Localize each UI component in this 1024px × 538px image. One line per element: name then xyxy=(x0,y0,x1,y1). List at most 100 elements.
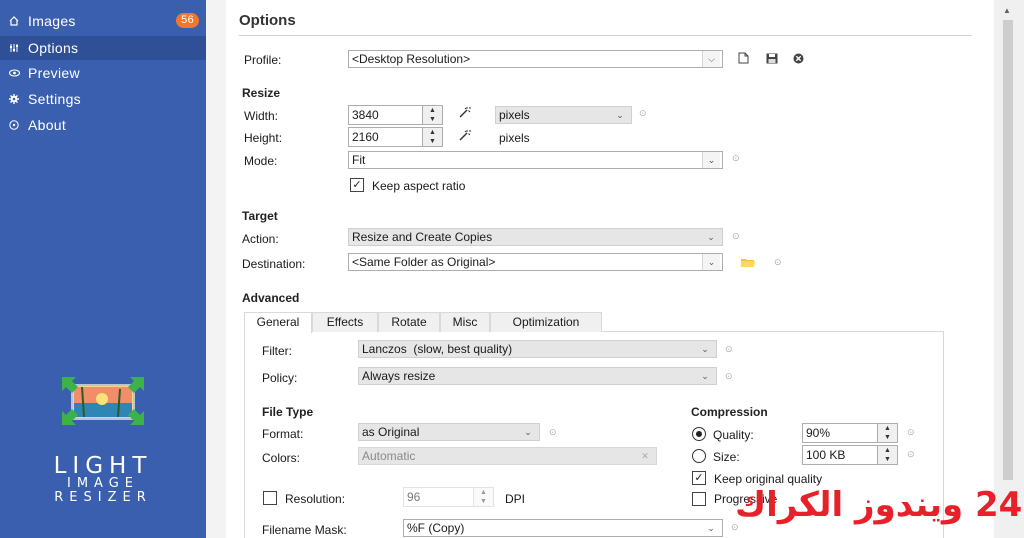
resolution-checkbox[interactable] xyxy=(263,491,277,505)
info-icon[interactable]: ⊙ xyxy=(907,449,915,460)
unit-dropdown[interactable]: pixels ⌄ xyxy=(495,106,632,124)
tab-general[interactable]: General xyxy=(244,312,312,333)
chevron-down-icon: ⌄ xyxy=(524,427,532,437)
destination-value: <Same Folder as Original> xyxy=(352,255,496,269)
chevron-down-icon: ⌄ xyxy=(707,232,715,242)
gear-icon xyxy=(7,94,21,104)
scroll-up-icon[interactable]: ▲ xyxy=(1003,6,1011,15)
destination-dropdown[interactable]: <Same Folder as Original> ⌄ xyxy=(348,253,723,271)
size-stepper[interactable]: 100 KB ▲ ▼ xyxy=(802,445,898,465)
filename-mask-dropdown[interactable]: %F (Copy) ⌄ xyxy=(403,519,723,537)
target-heading: Target xyxy=(242,209,278,223)
scrollbar-thumb[interactable] xyxy=(1003,20,1013,480)
chevron-down-icon: ⌄ xyxy=(702,152,720,168)
filter-value: Lanczos (slow, best quality) xyxy=(362,342,513,356)
size-radio[interactable] xyxy=(692,449,706,463)
mode-label: Mode: xyxy=(244,154,278,168)
spin-arrows-icon[interactable]: ▲ ▼ xyxy=(422,106,442,124)
tab-rotate[interactable]: Rotate xyxy=(378,312,440,332)
action-value: Resize and Create Copies xyxy=(352,230,493,244)
action-label: Action: xyxy=(242,232,279,246)
resize-heading: Resize xyxy=(242,86,281,100)
sidebar-item-images[interactable]: Images 56 xyxy=(0,9,206,33)
chevron-down-icon: ⌄ xyxy=(701,371,709,381)
info-icon[interactable]: ⊙ xyxy=(732,153,740,164)
height-value: 2160 xyxy=(352,130,379,144)
info-icon[interactable]: ⊙ xyxy=(549,427,557,438)
policy-dropdown[interactable]: Always resize ⌄ xyxy=(358,367,717,385)
chevron-down-icon: ⌄ xyxy=(701,344,709,354)
clear-icon: ✕ xyxy=(641,451,649,461)
file-type-heading: File Type xyxy=(262,405,314,419)
watermark-text: 24 ويندوز الكراك xyxy=(735,485,1023,525)
keep-aspect-checkbox[interactable]: ✓ xyxy=(350,178,364,192)
tab-misc[interactable]: Misc xyxy=(440,312,490,332)
sidebar-item-label: Images xyxy=(28,13,76,29)
sidebar-item-label: About xyxy=(28,117,67,133)
format-label: Format: xyxy=(262,427,304,441)
policy-label: Policy: xyxy=(262,371,298,385)
quality-stepper[interactable]: 90% ▲ ▼ xyxy=(802,423,898,443)
chevron-down-icon: ⌄ xyxy=(616,110,624,120)
tab-effects[interactable]: Effects xyxy=(312,312,378,332)
info-icon xyxy=(7,120,21,130)
save-profile-icon[interactable] xyxy=(766,53,778,67)
height-stepper[interactable]: 2160 ▲ ▼ xyxy=(348,127,443,147)
info-icon[interactable]: ⊙ xyxy=(774,257,782,268)
policy-value: Always resize xyxy=(362,369,436,383)
tab-optimization[interactable]: Optimization xyxy=(490,312,602,332)
action-dropdown[interactable]: Resize and Create Copies ⌄ xyxy=(348,228,723,246)
mode-value: Fit xyxy=(352,153,366,167)
info-icon[interactable]: ⊙ xyxy=(732,231,740,242)
info-icon[interactable]: ⊙ xyxy=(725,344,733,355)
sidebar-item-preview[interactable]: Preview xyxy=(0,61,206,85)
sidebar-item-about[interactable]: About xyxy=(0,113,206,137)
new-profile-icon[interactable] xyxy=(738,52,749,67)
colors-dropdown[interactable]: Automatic ✕ xyxy=(358,447,657,465)
profile-value: <Desktop Resolution> xyxy=(352,52,471,66)
info-icon[interactable]: ⊙ xyxy=(907,427,915,438)
chevron-down-icon: ⌄ xyxy=(702,254,720,270)
unit-value: pixels xyxy=(499,108,530,122)
folder-icon[interactable] xyxy=(741,257,755,271)
sidebar-item-label: Options xyxy=(28,40,79,56)
spin-arrows-icon[interactable]: ▲ ▼ xyxy=(422,128,442,146)
width-label: Width: xyxy=(244,109,279,123)
eye-icon xyxy=(7,69,21,77)
format-dropdown[interactable]: as Original ⌄ xyxy=(358,423,540,441)
quality-radio[interactable] xyxy=(692,427,706,441)
spin-arrows-icon[interactable]: ▲ ▼ xyxy=(877,424,897,442)
size-value: 100 KB xyxy=(806,448,846,462)
logo-text-resizer: RESIZER xyxy=(54,490,152,505)
width-value: 3840 xyxy=(352,108,379,122)
colors-label: Colors: xyxy=(262,451,301,465)
info-icon[interactable]: ⊙ xyxy=(725,371,733,382)
resolution-value: 96 xyxy=(407,490,421,504)
sidebar-item-options[interactable]: Options xyxy=(0,36,206,60)
filter-label: Filter: xyxy=(262,344,292,358)
info-icon[interactable]: ⊙ xyxy=(639,108,647,119)
height-unit-text: pixels xyxy=(499,131,530,145)
delete-profile-icon[interactable] xyxy=(793,53,804,67)
magic-wand-icon[interactable] xyxy=(458,129,471,145)
spin-arrows-icon[interactable]: ▲ ▼ xyxy=(877,446,897,464)
chevron-down-icon: ⌵ xyxy=(702,51,720,67)
profile-dropdown[interactable]: <Desktop Resolution> ⌵ xyxy=(348,50,723,68)
sidebar-item-label: Settings xyxy=(28,91,81,107)
width-stepper[interactable]: 3840 ▲ ▼ xyxy=(348,105,443,125)
title-divider xyxy=(239,35,972,36)
filename-mask-value: %F (Copy) xyxy=(407,521,465,535)
keep-quality-checkbox[interactable]: ✓ xyxy=(692,471,706,485)
sidebar-item-settings[interactable]: Settings xyxy=(0,87,206,111)
magic-wand-icon[interactable] xyxy=(458,106,471,122)
keep-aspect-label: Keep aspect ratio xyxy=(372,179,466,193)
progressive-checkbox[interactable] xyxy=(692,492,706,506)
page-title: Options xyxy=(239,12,296,29)
mode-dropdown[interactable]: Fit ⌄ xyxy=(348,151,723,169)
spin-arrows-icon[interactable]: ▲ ▼ xyxy=(473,488,493,506)
sidebar: Images 56 Options Preview Settings About xyxy=(0,0,206,538)
resolution-stepper[interactable]: 96 ▲ ▼ xyxy=(403,487,494,507)
options-icon xyxy=(7,43,21,53)
size-label: Size: xyxy=(713,450,740,464)
filter-dropdown[interactable]: Lanczos (slow, best quality) ⌄ xyxy=(358,340,717,358)
